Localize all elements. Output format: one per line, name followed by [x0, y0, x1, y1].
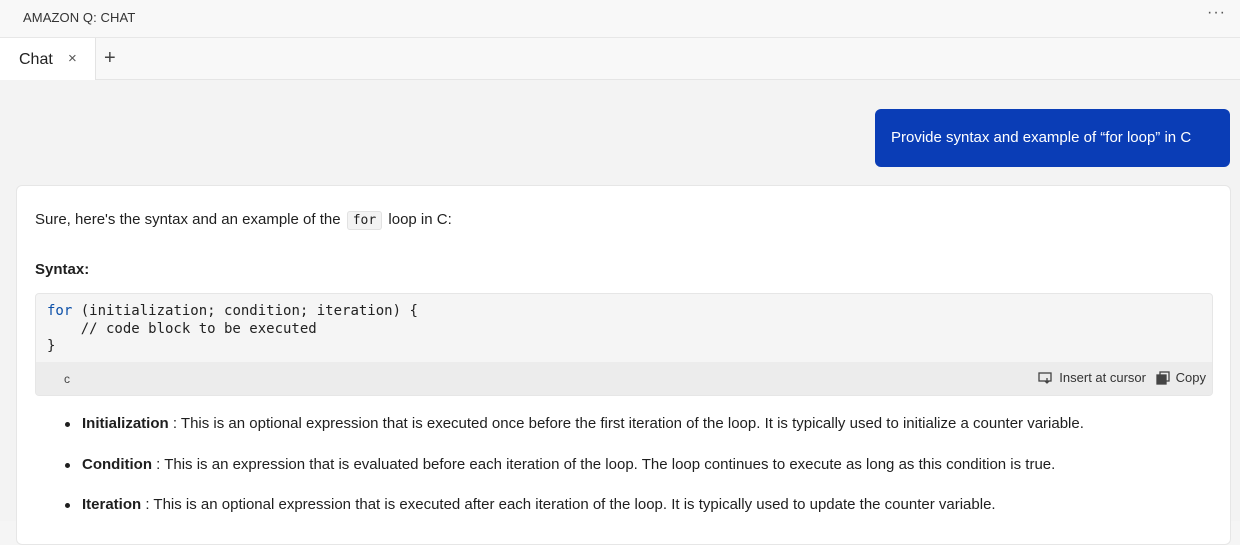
copy-icon — [1155, 370, 1170, 385]
assistant-reply: Sure, here's the syntax and an example o… — [16, 185, 1231, 545]
insert-label: Insert at cursor — [1059, 370, 1146, 385]
code-content: for (initialization; condition; iteratio… — [47, 303, 418, 356]
intro-text-before: Sure, here's the syntax and an example o… — [35, 211, 341, 228]
more-actions-icon[interactable]: ··· — [1207, 4, 1226, 22]
panel-header: AMAZON Q: CHAT ··· — [0, 0, 1240, 38]
add-tab-icon[interactable]: + — [104, 47, 116, 70]
copy-button[interactable]: Copy — [1155, 370, 1206, 385]
bullet-dot — [65, 503, 70, 508]
syntax-heading: Syntax: — [35, 261, 90, 278]
code-language-label: c — [64, 372, 70, 386]
chat-area: Provide syntax and example of “for loop”… — [0, 80, 1240, 545]
reply-intro: Sure, here's the syntax and an example o… — [35, 211, 452, 230]
code-line-3: } — [47, 338, 56, 354]
user-message: Provide syntax and example of “for loop”… — [875, 109, 1230, 167]
bullet-term: Initialization — [82, 415, 169, 432]
code-footer: c Insert at cursor Copy — [36, 362, 1212, 395]
insert-icon — [1038, 371, 1052, 384]
inline-code: for — [346, 211, 383, 230]
panel-title: AMAZON Q: CHAT — [23, 10, 136, 25]
bullet-text: : This is an optional expression that is… — [141, 496, 996, 513]
code-line-2: // code block to be executed — [47, 320, 317, 337]
copy-label: Copy — [1175, 370, 1206, 385]
bullet-dot — [65, 462, 70, 468]
bullet-term: Iteration — [82, 496, 142, 513]
code-block: for (initialization; condition; iteratio… — [35, 293, 1213, 396]
intro-text-after: loop in C: — [388, 211, 452, 228]
code-line-1-rest: (initialization; condition; iteration) { — [72, 303, 418, 319]
close-icon[interactable]: × — [68, 50, 77, 67]
tab-chat[interactable]: Chat × — [0, 38, 96, 80]
insert-at-cursor-button[interactable]: Insert at cursor — [1038, 370, 1146, 385]
bullet-text: : This is an optional expression that is… — [168, 415, 1084, 432]
bullet-dot — [65, 422, 70, 427]
code-keyword: for — [47, 303, 73, 319]
bullet-text: : This is an expression that is evaluate… — [151, 455, 1056, 473]
tab-bar: Chat × + — [0, 38, 1240, 80]
tab-label: Chat — [19, 51, 53, 68]
bullet-term: Condition — [82, 455, 152, 473]
